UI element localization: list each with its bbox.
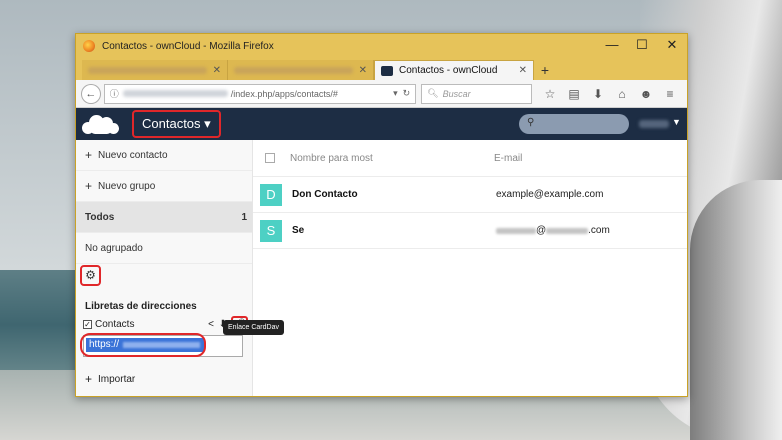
share-icon[interactable]: < — [205, 319, 217, 330]
plus-icon: + — [85, 179, 93, 193]
app-name: Contactos — [142, 116, 201, 131]
tab-blurred-2[interactable]: ✕ — [228, 60, 374, 80]
contacts-sidebar: + Nuevo contacto + Nuevo grupo Todos 1 N… — [76, 140, 284, 396]
column-header-name[interactable]: Nombre para most — [290, 153, 494, 164]
url-text: /index.php/apps/contacts/# — [230, 88, 338, 99]
select-all-checkbox[interactable] — [265, 153, 275, 163]
tab-close-icon[interactable]: ✕ — [519, 65, 527, 76]
new-contact-label: Nuevo contacto — [98, 149, 168, 161]
addressbook-name: Contacts — [95, 319, 135, 330]
browser-window: Contactos - ownCloud - Mozilla Firefox —… — [75, 33, 688, 397]
owncloud-header: Contactos ▾ ⚲ ▼ — [76, 108, 687, 140]
import-label: Importar — [98, 373, 136, 385]
maximize-button[interactable]: ☐ — [627, 34, 657, 58]
owncloud-favicon-icon — [381, 65, 393, 76]
search-placeholder: Buscar — [442, 88, 471, 99]
group-item-todos[interactable]: Todos 1 — [76, 202, 252, 233]
window-title: Contactos - ownCloud - Mozilla Firefox — [102, 40, 274, 52]
app-menu-button[interactable]: Contactos ▾ — [132, 110, 221, 138]
tab-close-icon[interactable]: ✕ — [213, 65, 221, 76]
search-bar[interactable]: 🔍︎ Buscar — [421, 83, 532, 104]
group-label: Todos — [85, 211, 115, 223]
contact-email-text: example@example.com — [496, 189, 604, 200]
column-header-email[interactable]: E-mail — [494, 153, 522, 164]
url-host-blurred — [122, 90, 228, 97]
new-group-label: Nuevo grupo — [98, 180, 156, 192]
table-row[interactable]: S Se @ .com — [253, 213, 687, 249]
table-row[interactable]: D Don Contacto example@example.com — [253, 177, 687, 213]
import-button[interactable]: + Importar — [85, 372, 135, 386]
contact-name: Don Contacto — [292, 189, 358, 200]
tab-title-blurred — [234, 66, 353, 74]
reading-list-icon[interactable]: ▤ — [562, 87, 586, 101]
contact-name: Se — [292, 225, 305, 236]
search-icon: ⚲ — [527, 117, 535, 128]
reload-icon[interactable]: ↻ — [403, 88, 411, 99]
avatar: D — [260, 183, 282, 206]
contacts-list-header: Nombre para most E-mail — [253, 140, 687, 177]
plus-icon: + — [85, 148, 93, 162]
addressbook-checkbox[interactable]: ✓ — [83, 320, 92, 329]
chevron-down-icon: ▾ — [204, 116, 211, 131]
home-icon[interactable]: ⌂ — [610, 87, 634, 101]
owncloud-logo-icon[interactable] — [82, 113, 120, 135]
menu-icon[interactable]: ≡ — [658, 87, 682, 101]
avatar: S — [260, 219, 282, 242]
contact-email: @ .com — [496, 225, 610, 236]
group-label: No agrupado — [85, 242, 143, 254]
contact-email-at: @ — [536, 225, 547, 236]
contact-email: example@example.com — [496, 189, 603, 200]
navigation-bar: ← ⓘ /index.php/apps/contacts/# ▾ ↻ 🔍︎ Bu… — [76, 80, 687, 108]
download-icon[interactable]: ⬇ — [586, 87, 610, 101]
highlight-ring — [80, 333, 206, 357]
new-contact-button[interactable]: + Nuevo contacto — [76, 140, 252, 171]
security-info-icon[interactable]: ⓘ — [110, 87, 119, 100]
tab-contactos[interactable]: Contactos - ownCloud ✕ — [374, 60, 534, 80]
tab-label: Contactos - ownCloud — [399, 65, 498, 76]
gear-icon[interactable]: ⚙ — [80, 265, 101, 286]
plus-icon: + — [85, 372, 93, 386]
tab-blurred-1[interactable]: ✕ — [82, 60, 228, 80]
user-name-blurred[interactable] — [639, 120, 669, 128]
tab-title-blurred — [88, 66, 207, 74]
user-menu-caret-icon[interactable]: ▼ — [672, 117, 681, 127]
contact-email-tld: .com — [588, 225, 610, 236]
addressbooks-title: Libretas de direcciones — [85, 301, 197, 312]
new-group-button[interactable]: + Nuevo grupo — [76, 171, 252, 202]
owncloud-search-input[interactable]: ⚲ — [519, 114, 629, 134]
window-titlebar[interactable]: Contactos - ownCloud - Mozilla Firefox —… — [76, 34, 687, 58]
email-user-blurred — [496, 227, 536, 234]
group-count: 1 — [241, 211, 247, 223]
carddav-tooltip: Enlace CardDav — [223, 320, 284, 335]
back-arrow-icon[interactable]: ← — [81, 83, 101, 104]
dropdown-arrow-icon[interactable]: ▾ — [393, 88, 398, 99]
group-item-no-agrupado[interactable]: No agrupado — [76, 233, 252, 264]
search-icon: 🔍︎ — [427, 88, 439, 98]
desktop-wall-shadow — [690, 180, 782, 440]
minimize-button[interactable]: — — [597, 34, 627, 58]
close-button[interactable]: ✕ — [657, 34, 687, 58]
tab-strip: ✕ ✕ Contactos - ownCloud ✕ + — [76, 58, 687, 80]
hello-chat-icon[interactable]: ☻ — [634, 87, 658, 101]
firefox-icon — [83, 40, 95, 52]
tab-close-icon[interactable]: ✕ — [359, 65, 367, 76]
contacts-list: Nombre para most E-mail D Don Contacto e… — [253, 140, 687, 396]
email-domain-blurred — [546, 227, 589, 234]
bookmark-star-icon[interactable]: ☆ — [538, 87, 562, 101]
url-bar[interactable]: ⓘ /index.php/apps/contacts/# ▾ ↻ — [103, 83, 417, 104]
new-tab-button[interactable]: + — [534, 60, 556, 80]
